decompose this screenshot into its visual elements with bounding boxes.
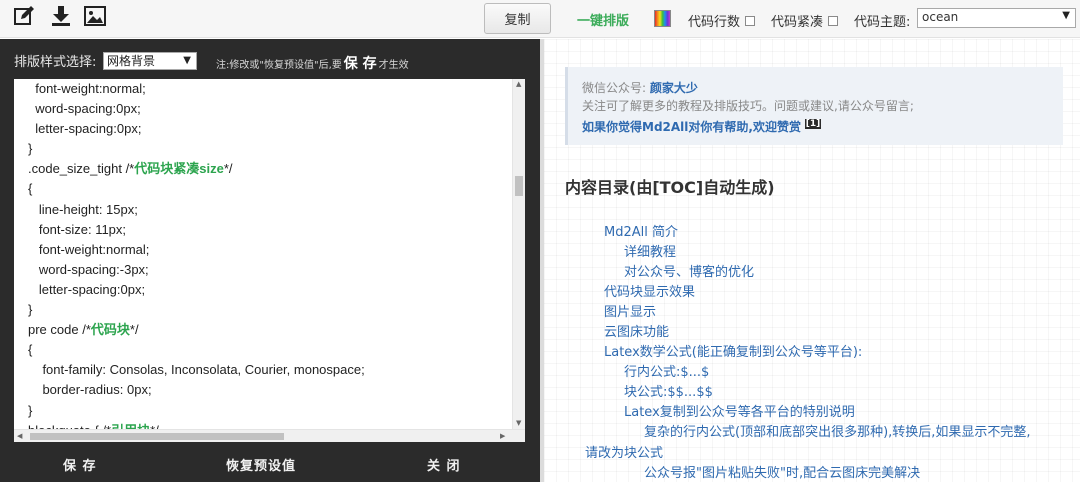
- code-compact-label: 代码紧凑: [771, 15, 824, 30]
- code-text-area[interactable]: font-weight:normal; word-spacing:0px; le…: [14, 79, 512, 429]
- toc-item[interactable]: Latex数学公式(能正确复制到公众号等平台):: [604, 341, 862, 360]
- horizontal-scrollbar[interactable]: ◀ ▶: [14, 429, 525, 442]
- toc-item[interactable]: 图片显示: [604, 301, 656, 320]
- code-line: font-weight:normal;: [28, 241, 150, 257]
- code-line: }: [28, 302, 33, 318]
- scroll-up-icon[interactable]: ▲: [516, 80, 521, 88]
- code-line: line-height: 15px;: [28, 201, 138, 217]
- scroll-right-icon[interactable]: ▶: [500, 432, 505, 440]
- code-compact-checkbox[interactable]: [828, 15, 839, 26]
- code-line: pre code /*代码块*/: [28, 322, 139, 338]
- style-editor-panel: 排版样式选择: 网格背景 ▼ 注:修改或"恢复预设值"后,要 保 存 才生效 f…: [0, 39, 540, 482]
- code-line: }: [28, 141, 33, 157]
- one-click-format-button[interactable]: 一键排版: [577, 10, 629, 29]
- copy-button[interactable]: 复制: [484, 3, 551, 34]
- scroll-down-icon[interactable]: ▼: [516, 419, 521, 427]
- toc-item[interactable]: 请改为块公式: [585, 442, 663, 461]
- reset-defaults-button[interactable]: 恢复预设值: [226, 455, 296, 474]
- code-line: {: [28, 342, 33, 358]
- wechat-label: 微信公众号:: [582, 81, 647, 95]
- code-theme-label: 代码主题:: [854, 15, 911, 30]
- vertical-scrollbar[interactable]: ▲ ▼: [512, 79, 525, 429]
- code-line: letter-spacing:0px;: [28, 281, 146, 297]
- style-select-label: 排版样式选择:: [14, 55, 97, 70]
- code-line: border-radius: 0px;: [28, 382, 152, 398]
- code-compact-option[interactable]: 代码紧凑: [771, 11, 839, 30]
- toc-item[interactable]: 块公式:$$...$$: [624, 381, 713, 400]
- close-button[interactable]: 关 闭: [427, 455, 461, 474]
- horizontal-scroll-thumb[interactable]: [30, 433, 284, 440]
- editor-actions: 保 存 恢复预设值 关 闭: [0, 449, 540, 479]
- line-numbers-checkbox[interactable]: [745, 15, 756, 26]
- toc-title: 内容目录(由[TOC]自动生成): [565, 178, 775, 197]
- toc-item[interactable]: Latex复制到公众号等各平台的特别说明: [624, 401, 855, 420]
- toc-item[interactable]: 云图床功能: [604, 321, 669, 340]
- code-line: {: [28, 181, 33, 197]
- chevron-down-icon: ▼: [1062, 10, 1070, 21]
- vertical-scroll-thumb[interactable]: [515, 176, 523, 196]
- chevron-down-icon: ▼: [183, 55, 191, 66]
- code-line: font-weight:normal;: [28, 81, 146, 96]
- save-note: 注:修改或"恢复预设值"后,要 保 存 才生效: [216, 56, 409, 72]
- preview-panel: 微信公众号: 颜家大少 关注可了解更多的教程及排版技巧。问题或建议,请公众号留言…: [544, 39, 1080, 482]
- code-line: word-spacing:-3px;: [28, 261, 149, 277]
- top-toolbar: 复制 一键排版 代码行数 代码紧凑 代码主题: ocean ▼: [0, 0, 1080, 38]
- line-numbers-label: 代码行数: [688, 15, 741, 30]
- author-info-box: 微信公众号: 颜家大少 关注可了解更多的教程及排版技巧。问题或建议,请公众号留言…: [565, 67, 1063, 145]
- css-code-editor[interactable]: font-weight:normal; word-spacing:0px; le…: [14, 79, 525, 442]
- toc-item[interactable]: 对公众号、博客的优化: [624, 261, 754, 280]
- support-ref-link[interactable]: [1]: [804, 119, 822, 129]
- download-icon[interactable]: [49, 4, 73, 28]
- code-line: font-size: 11px;: [28, 221, 127, 237]
- toc-item[interactable]: Md2All 简介: [604, 221, 678, 240]
- toc-item[interactable]: 行内公式:$...$: [624, 361, 709, 380]
- code-line: blockquote { /*引用块*/: [28, 421, 512, 429]
- wechat-name: 颜家大少: [649, 81, 698, 95]
- code-line: letter-spacing:0px;: [28, 121, 142, 137]
- edit-icon[interactable]: [12, 4, 36, 28]
- line-numbers-option[interactable]: 代码行数: [688, 11, 756, 30]
- image-icon[interactable]: [83, 4, 107, 28]
- scroll-left-icon[interactable]: ◀: [17, 432, 22, 440]
- toc-item[interactable]: 复杂的行内公式(顶部和底部突出很多那种),转换后,如果显示不完整,: [644, 421, 1031, 440]
- toc-item[interactable]: 代码块显示效果: [604, 281, 695, 300]
- color-palette-icon[interactable]: [654, 10, 671, 27]
- save-button[interactable]: 保 存: [63, 455, 97, 474]
- toc-item[interactable]: 详细教程: [624, 241, 676, 260]
- code-line: }: [28, 402, 33, 418]
- toc-item[interactable]: 公众号报"图片粘贴失败"时,配合云图床完美解决: [644, 462, 920, 481]
- code-line: font-family: Consolas, Inconsolata, Cour…: [28, 362, 365, 378]
- follow-text: 关注可了解更多的教程及排版技巧。问题或建议,请公众号留言;: [582, 99, 914, 113]
- support-text: 如果你觉得Md2All对你有帮助,欢迎赞赏: [582, 120, 801, 134]
- code-line: word-spacing:0px;: [28, 101, 141, 117]
- code-line: .code_size_tight /*代码块紧凑size*/: [28, 161, 233, 177]
- style-select[interactable]: 网格背景 ▼: [103, 52, 197, 70]
- code-theme-select[interactable]: ocean ▼: [917, 8, 1076, 28]
